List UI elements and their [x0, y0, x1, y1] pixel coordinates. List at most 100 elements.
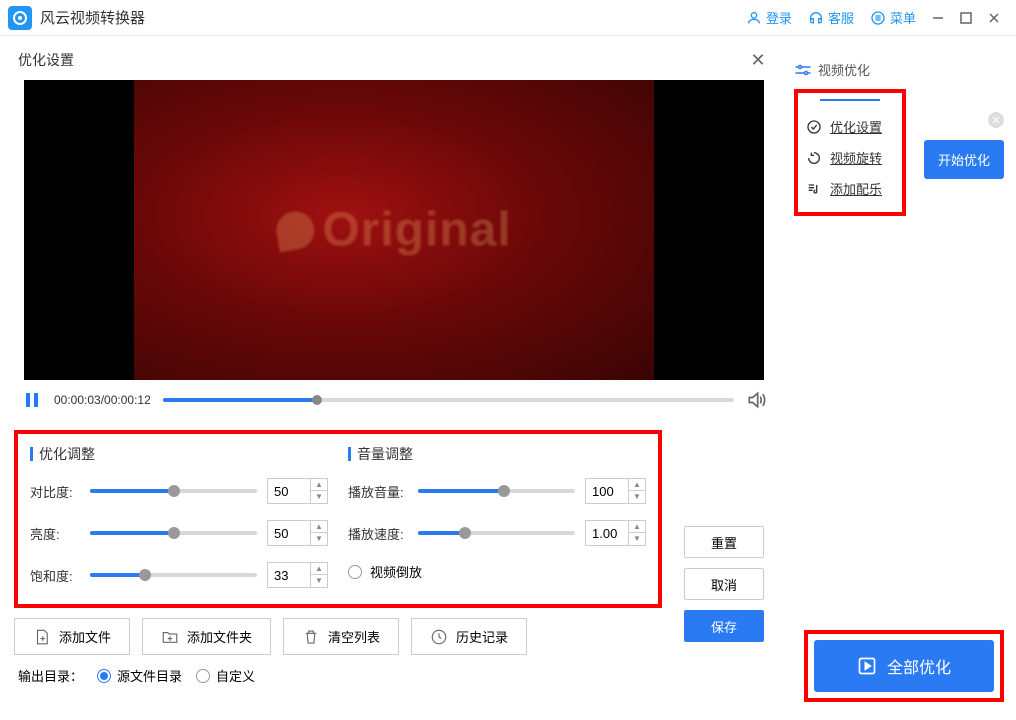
- radio-selected-icon: [97, 669, 111, 683]
- clear-list-button[interactable]: 清空列表: [283, 618, 399, 655]
- contrast-spinner[interactable]: ▲▼: [267, 478, 328, 504]
- brightness-input[interactable]: [268, 526, 310, 541]
- reset-button[interactable]: 重置: [684, 526, 764, 558]
- contrast-slider[interactable]: [90, 489, 257, 493]
- modal-close-button[interactable]: ✕: [748, 50, 768, 70]
- sidebar-item-add-music[interactable]: 添加配乐: [802, 173, 898, 204]
- brightness-slider[interactable]: [90, 531, 257, 535]
- saturation-label: 饱和度:: [30, 566, 80, 585]
- sidebar-item-label: 优化设置: [830, 117, 882, 136]
- play-volume-label: 播放音量:: [348, 482, 408, 501]
- spinner-up-icon[interactable]: ▲: [311, 521, 327, 533]
- spinner-up-icon[interactable]: ▲: [311, 563, 327, 575]
- login-link[interactable]: 登录: [746, 8, 792, 27]
- support-label: 客服: [828, 8, 854, 27]
- saturation-slider[interactable]: [90, 573, 257, 577]
- play-volume-input[interactable]: [586, 484, 628, 499]
- brightness-spinner[interactable]: ▲▼: [267, 520, 328, 546]
- spinner-down-icon[interactable]: ▼: [629, 533, 645, 545]
- output-dir-row: 输出目录： 源文件目录 自定义: [18, 666, 255, 685]
- optimize-adjust-column: 优化调整 对比度: ▲▼ 亮度: ▲▼ 饱和度: ▲▼: [30, 444, 328, 588]
- output-source-label: 源文件目录: [117, 666, 182, 685]
- volume-adjust-title: 音量调整: [348, 444, 646, 464]
- spinner-up-icon[interactable]: ▲: [629, 521, 645, 533]
- headset-icon: [808, 10, 824, 26]
- pause-button[interactable]: [22, 390, 42, 410]
- contrast-input[interactable]: [268, 484, 310, 499]
- menu-label: 菜单: [890, 8, 916, 27]
- optimize-settings-modal: 优化设置 ✕ Original 00:00:03/00:00:12 优化调整 对…: [14, 44, 774, 608]
- close-button[interactable]: [980, 4, 1008, 32]
- optimize-adjust-title: 优化调整: [30, 444, 328, 464]
- check-circle-icon: [806, 119, 822, 135]
- output-label: 输出目录：: [18, 666, 83, 685]
- play-volume-slider[interactable]: [418, 489, 575, 493]
- play-volume-spinner[interactable]: ▲▼: [585, 478, 646, 504]
- saturation-spinner[interactable]: ▲▼: [267, 562, 328, 588]
- app-logo-icon: [8, 6, 32, 30]
- sidebar-item-label: 添加配乐: [830, 179, 882, 198]
- video-watermark: Original: [276, 203, 511, 258]
- right-panel: 视频优化 ✕ 开始优化 优化设置 视频旋转 添加配乐: [794, 60, 1004, 216]
- clock-icon: [430, 628, 448, 646]
- time-display: 00:00:03/00:00:12: [54, 393, 151, 407]
- minimize-button[interactable]: [924, 4, 952, 32]
- panel-close-icon[interactable]: ✕: [988, 112, 1004, 128]
- support-link[interactable]: 客服: [808, 8, 854, 27]
- add-folder-label: 添加文件夹: [187, 627, 252, 646]
- sidebar-item-video-rotate[interactable]: 视频旋转: [802, 142, 898, 173]
- start-optimize-button[interactable]: 开始优化: [924, 140, 1004, 179]
- contrast-label: 对比度:: [30, 482, 80, 501]
- sidebar-highlight: 优化设置 视频旋转 添加配乐: [794, 89, 906, 216]
- spinner-down-icon[interactable]: ▼: [629, 491, 645, 503]
- playback-bar: 00:00:03/00:00:12: [14, 380, 774, 416]
- output-custom-label: 自定义: [216, 666, 255, 685]
- brightness-label: 亮度:: [30, 524, 80, 543]
- app-title: 风云视频转换器: [40, 7, 145, 28]
- action-buttons: 重置 取消 保存: [684, 526, 764, 642]
- equalizer-icon: [794, 64, 812, 76]
- optimize-all-button[interactable]: 全部优化: [814, 640, 994, 692]
- output-source-option[interactable]: 源文件目录: [97, 666, 182, 685]
- history-button[interactable]: 历史记录: [411, 618, 527, 655]
- tab-label: 视频优化: [818, 60, 870, 79]
- play-speed-spinner[interactable]: ▲▼: [585, 520, 646, 546]
- cancel-button[interactable]: 取消: [684, 568, 764, 600]
- saturation-input[interactable]: [268, 568, 310, 583]
- folder-add-icon: [161, 628, 179, 646]
- file-add-icon: [33, 628, 51, 646]
- add-folder-button[interactable]: 添加文件夹: [142, 618, 271, 655]
- trash-icon: [302, 628, 320, 646]
- video-preview: Original: [24, 80, 764, 380]
- title-bar: 风云视频转换器 登录 客服 菜单: [0, 0, 1016, 36]
- reverse-label: 视频倒放: [370, 562, 422, 581]
- sidebar-item-optimize-settings[interactable]: 优化设置: [802, 111, 898, 142]
- maximize-button[interactable]: [952, 4, 980, 32]
- volume-icon[interactable]: [746, 390, 766, 410]
- spinner-up-icon[interactable]: ▲: [311, 479, 327, 491]
- menu-icon: [870, 10, 886, 26]
- user-icon: [746, 10, 762, 26]
- play-speed-slider[interactable]: [418, 531, 575, 535]
- save-button[interactable]: 保存: [684, 610, 764, 642]
- progress-bar[interactable]: [163, 398, 734, 402]
- music-icon: [806, 181, 822, 197]
- spinner-up-icon[interactable]: ▲: [629, 479, 645, 491]
- optimize-all-label: 全部优化: [887, 654, 951, 678]
- radio-unselected-icon: [196, 669, 210, 683]
- spinner-down-icon[interactable]: ▼: [311, 491, 327, 503]
- bottom-toolbar: 添加文件 添加文件夹 清空列表 历史记录: [14, 618, 527, 655]
- spinner-down-icon[interactable]: ▼: [311, 575, 327, 587]
- menu-link[interactable]: 菜单: [870, 8, 916, 27]
- output-custom-option[interactable]: 自定义: [196, 666, 255, 685]
- spinner-down-icon[interactable]: ▼: [311, 533, 327, 545]
- play-speed-label: 播放速度:: [348, 524, 408, 543]
- sidebar-item-label: 视频旋转: [830, 148, 882, 167]
- add-file-button[interactable]: 添加文件: [14, 618, 130, 655]
- tab-video-optimize[interactable]: 视频优化: [794, 60, 1004, 85]
- play-speed-input[interactable]: [586, 526, 628, 541]
- optimize-all-highlight: 全部优化: [804, 630, 1004, 702]
- clear-list-label: 清空列表: [328, 627, 380, 646]
- reverse-radio[interactable]: [348, 565, 362, 579]
- tab-underline: [820, 99, 880, 101]
